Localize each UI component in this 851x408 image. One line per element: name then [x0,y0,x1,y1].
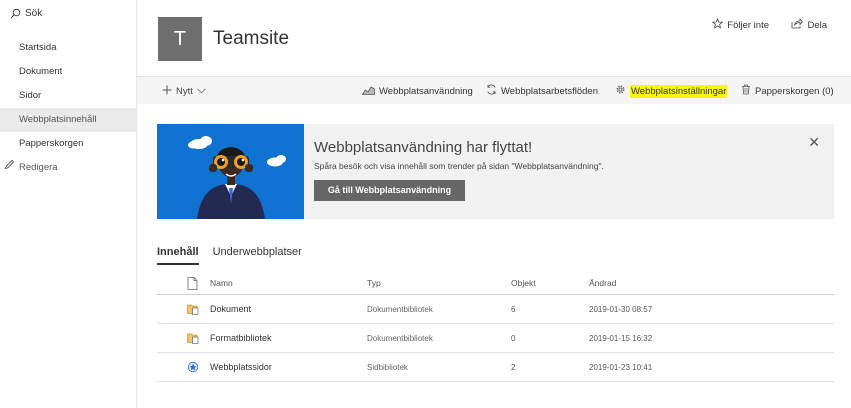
pencil-icon [4,156,15,180]
item-name-link[interactable]: Dokument [210,295,251,323]
item-type: Dokumentbibliotek [367,333,433,343]
site-settings-label: Webbplatsinställningar [630,84,728,98]
search-icon [10,8,21,19]
trash-icon [741,84,751,98]
item-count: 2 [511,362,516,372]
follow-label: Följer inte [727,19,769,31]
plus-icon [162,85,172,98]
table-row[interactable]: Webbplatssidor Sidbibliotek 2 2019-01-23… [157,353,834,382]
star-icon [712,17,724,32]
site-contents-table: Namn Typ Objekt Ändrad Dokument Dokument… [157,272,834,382]
column-header-count[interactable]: Objekt [511,272,536,294]
site-title[interactable]: Teamsite [213,28,289,50]
command-bar: Nytt Webbplatsanvändning Webbplatsarbets… [137,76,851,104]
edit-links-button[interactable]: Redigera [0,156,136,180]
site-workflows-button[interactable]: Webbplatsarbetsflöden [486,77,598,105]
chevron-down-icon [197,86,206,97]
recycle-bin-button[interactable]: Papperskorgen (0) [741,77,834,105]
site-logo[interactable]: T [158,17,202,61]
share-icon [791,17,804,32]
nav-item-dokument[interactable]: Dokument [0,60,136,84]
nav-item-papperskorgen[interactable]: Papperskorgen [0,132,136,156]
site-workflows-label: Webbplatsarbetsflöden [501,85,598,97]
binoculars-illustration [157,124,304,219]
left-navigation: Sök Startsida Dokument Sidor Webbplatsin… [0,0,137,408]
document-library-icon [187,324,199,352]
nav-item-webbplatsinnehall[interactable]: Webbplatsinnehåll [0,108,136,132]
gear-icon [615,84,626,98]
nav-item-sidor[interactable]: Sidor [0,84,136,108]
item-type: Dokumentbibliotek [367,304,433,314]
document-library-icon [187,295,199,323]
table-header-row: Namn Typ Objekt Ändrad [157,272,834,295]
follow-button[interactable]: Följer inte [712,17,769,32]
area-chart-icon [361,85,375,98]
close-icon[interactable]: ✕ [808,135,820,149]
item-name-link[interactable]: Formatbibliotek [210,324,272,352]
recycle-bin-label: Papperskorgen (0) [755,85,834,97]
column-header-name[interactable]: Namn [210,272,233,294]
item-count: 0 [511,333,516,343]
column-header-modified[interactable]: Ändrad [589,272,616,294]
table-row[interactable]: Dokument Dokumentbibliotek 6 2019-01-30 … [157,295,834,324]
search-label: Sök [25,8,43,19]
item-modified: 2019-01-23 10:41 [589,362,653,372]
share-button[interactable]: Dela [791,17,827,32]
file-type-icon[interactable] [187,272,198,294]
search-box[interactable]: Sök [10,8,42,19]
column-header-type[interactable]: Typ [367,272,381,294]
nav-item-startsida[interactable]: Startsida [0,36,136,60]
site-header: T Teamsite Följer inte Dela [137,0,851,76]
item-modified: 2019-01-30 08:57 [589,304,653,314]
tab-underwebbplatser[interactable]: Underwebbplatser [213,246,302,265]
site-settings-button[interactable]: Webbplatsinställningar [615,77,728,105]
content-tabs: Innehåll Underwebbplatser [157,246,302,265]
table-row[interactable]: Formatbibliotek Dokumentbibliotek 0 2019… [157,324,834,353]
item-type: Sidbibliotek [367,362,408,372]
item-name-link[interactable]: Webbplatssidor [210,353,272,381]
edit-links-label: Redigera [19,162,58,173]
nav-list: Startsida Dokument Sidor Webbplatsinnehå… [0,36,136,180]
banner-title: Webbplatsanvändning har flyttat! [314,139,533,156]
go-to-site-usage-button[interactable]: Gå till Webbplatsanvändning [314,180,465,201]
workflow-icon [486,84,497,98]
new-label: Nytt [176,85,193,97]
site-usage-moved-banner: Webbplatsanvändning har flyttat! Spåra b… [157,124,834,219]
site-usage-label: Webbplatsanvändning [379,85,473,97]
site-pages-icon [187,353,199,381]
new-button[interactable]: Nytt [162,77,206,105]
item-modified: 2019-01-15 16:32 [589,333,653,343]
banner-description: Spåra besök och visa innehåll som trende… [314,161,604,171]
site-usage-button[interactable]: Webbplatsanvändning [361,77,473,105]
tab-innehall[interactable]: Innehåll [157,246,199,265]
item-count: 6 [511,304,516,314]
share-label: Dela [807,19,827,31]
